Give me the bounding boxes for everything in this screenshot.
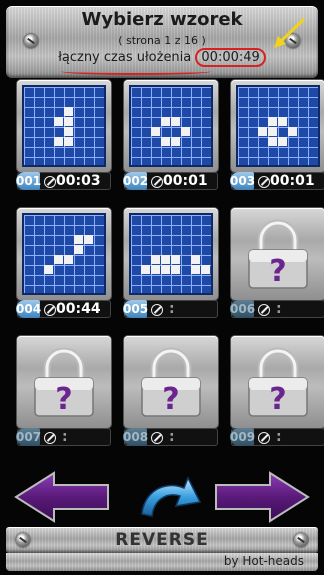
header-panel: Wybierz wzorek ( strona 1 z 16 ) łączny … [6, 6, 318, 78]
level-number: 006 [230, 300, 256, 318]
level-tile-008[interactable]: ? 008 : [123, 336, 218, 448]
total-time-value: 00:00:49 [195, 48, 266, 67]
level-info: 003 00:01 [230, 172, 324, 190]
level-time: : [169, 301, 183, 317]
level-time: : [62, 429, 76, 445]
pattern-preview [22, 213, 106, 295]
screw-icon [294, 533, 308, 547]
level-tile-001[interactable]: 001 00:03 [16, 80, 111, 192]
reverse-label: REVERSE [115, 530, 209, 550]
level-tile-007[interactable]: ? 007 : [16, 336, 111, 448]
level-info: 002 00:01 [123, 172, 218, 190]
right-arrow-icon [215, 471, 310, 523]
level-info: 004 00:44 [16, 300, 111, 318]
annotation-arrow-icon [274, 17, 306, 48]
tile-frame: ? [124, 336, 218, 428]
svg-text:?: ? [162, 382, 179, 417]
padlock-icon: ? [248, 219, 308, 289]
level-number: 008 [123, 428, 149, 446]
clock-icon [44, 432, 56, 444]
level-time: : [276, 301, 290, 317]
level-number: 003 [230, 172, 256, 190]
level-tile-006[interactable]: ? 006 : [230, 208, 324, 320]
clock-icon [258, 304, 270, 316]
level-time: 00:01 [270, 173, 315, 189]
level-time: : [169, 429, 183, 445]
padlock-icon: ? [34, 347, 94, 417]
total-time-label: łączny czas ułożenia [58, 50, 192, 65]
level-number: 004 [16, 300, 42, 318]
tile-frame [124, 80, 218, 172]
clock-icon [258, 176, 270, 188]
tile-frame: ? [231, 336, 324, 428]
level-number: 001 [16, 172, 42, 190]
pattern-preview [22, 85, 106, 167]
clock-icon [44, 176, 56, 188]
level-time: : [276, 429, 290, 445]
pattern-preview [236, 85, 320, 167]
level-number: 009 [230, 428, 256, 446]
clock-icon [151, 432, 163, 444]
level-number: 002 [123, 172, 149, 190]
level-number: 005 [123, 300, 149, 318]
tile-frame [231, 80, 324, 172]
level-info: 008 : [123, 428, 218, 446]
left-arrow-icon [14, 471, 109, 523]
tile-frame [17, 80, 111, 172]
credit-text: by Hot-heads [223, 554, 304, 568]
reverse-button[interactable]: REVERSE [6, 527, 318, 553]
reverse-arrow-icon[interactable] [134, 468, 204, 524]
padlock-icon: ? [141, 347, 201, 417]
tile-frame: ? [231, 208, 324, 300]
clock-icon [151, 304, 163, 316]
annotation-underline [61, 68, 211, 75]
level-tile-005[interactable]: 005 : [123, 208, 218, 320]
tile-frame: ? [17, 336, 111, 428]
padlock-icon: ? [248, 347, 308, 417]
pattern-preview [129, 213, 213, 295]
level-info: 009 : [230, 428, 324, 446]
svg-text:?: ? [269, 254, 286, 289]
level-tile-002[interactable]: 002 00:01 [123, 80, 218, 192]
svg-text:?: ? [55, 382, 72, 417]
total-time: łączny czas ułożenia 00:00:49 [6, 48, 318, 67]
footer: by Hot-heads [6, 553, 318, 571]
navigation-bar [0, 466, 324, 528]
level-time: 00:01 [163, 173, 208, 189]
level-info: 005 : [123, 300, 218, 318]
level-time: 00:03 [56, 173, 101, 189]
level-number: 007 [16, 428, 42, 446]
next-page-button[interactable] [214, 471, 310, 523]
clock-icon [44, 304, 56, 316]
tile-frame [124, 208, 218, 300]
pattern-preview [129, 85, 213, 167]
level-info: 006 : [230, 300, 324, 318]
clock-icon [258, 432, 270, 444]
level-info: 001 00:03 [16, 172, 111, 190]
previous-page-button[interactable] [14, 471, 110, 523]
tile-frame [17, 208, 111, 300]
svg-text:?: ? [269, 382, 286, 417]
clock-icon [151, 176, 163, 188]
level-time: 00:44 [56, 301, 101, 317]
level-tile-009[interactable]: ? 009 : [230, 336, 324, 448]
level-tile-003[interactable]: 003 00:01 [230, 80, 324, 192]
level-tile-004[interactable]: 004 00:44 [16, 208, 111, 320]
level-info: 007 : [16, 428, 111, 446]
